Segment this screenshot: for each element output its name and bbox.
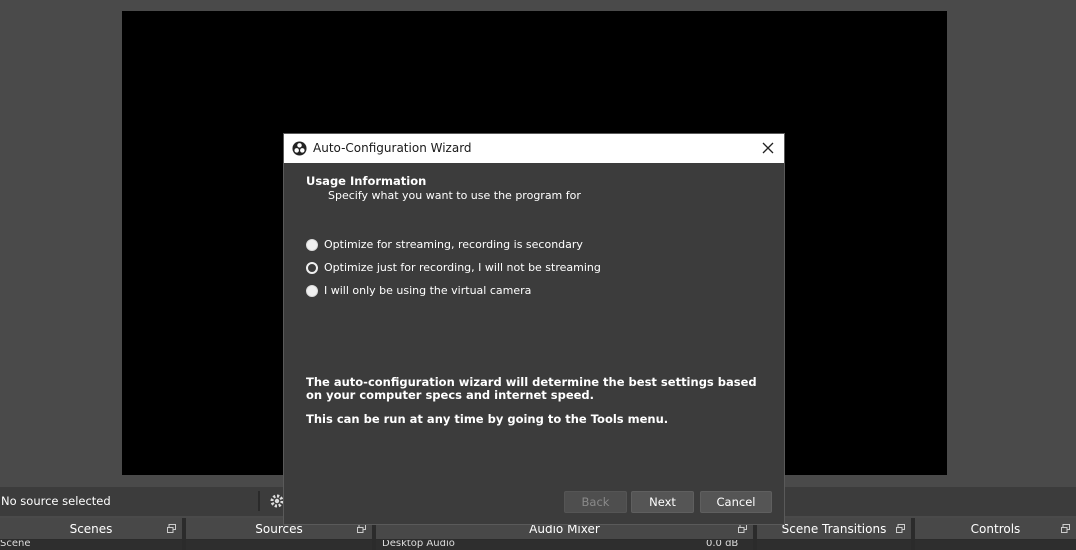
audio-level-label: 0.0 dB	[706, 540, 739, 549]
page-subheading: Specify what you want to use the program…	[328, 189, 581, 202]
toolbar-divider	[258, 491, 260, 511]
scenes-dock: Scenes Scene	[0, 518, 182, 550]
scene-transitions-dock-title: Scene Transitions	[781, 522, 887, 536]
dialog-titlebar: Auto-Configuration Wizard	[284, 134, 784, 163]
float-icon[interactable]	[357, 524, 366, 533]
option-streaming[interactable]: Optimize for streaming, recording is sec…	[306, 233, 601, 256]
page-heading: Usage Information	[306, 174, 427, 188]
dialog-title: Auto-Configuration Wizard	[313, 141, 472, 155]
float-icon[interactable]	[167, 524, 176, 533]
option-label: I will only be using the virtual camera	[324, 284, 532, 297]
option-recording[interactable]: Optimize just for recording, I will not …	[306, 256, 601, 279]
controls-dock: Controls	[915, 518, 1076, 550]
back-button[interactable]: Back	[564, 491, 627, 513]
next-button[interactable]: Next	[631, 491, 694, 513]
option-label: Optimize just for recording, I will not …	[324, 261, 601, 274]
controls-dock-title: Controls	[970, 522, 1021, 536]
auto-config-wizard-dialog: Auto-Configuration Wizard Usage Informat…	[284, 134, 784, 524]
sources-dock-title: Sources	[255, 522, 303, 536]
cancel-button[interactable]: Cancel	[700, 491, 772, 513]
usage-options: Optimize for streaming, recording is sec…	[306, 233, 601, 302]
info-text: The auto-configuration wizard will deter…	[306, 376, 766, 426]
info-paragraph-2: This can be run at any time by going to …	[306, 412, 669, 426]
float-icon[interactable]	[896, 524, 905, 533]
close-icon[interactable]	[759, 139, 777, 157]
scenes-dock-title: Scenes	[69, 522, 113, 536]
option-virtual-camera[interactable]: I will only be using the virtual camera	[306, 279, 601, 302]
radio-button[interactable]	[306, 238, 318, 251]
audio-source-label: Desktop Audio	[382, 540, 455, 549]
no-source-label: No source selected	[1, 494, 111, 508]
radio-button[interactable]	[306, 284, 318, 297]
scene-list-item[interactable]: Scene	[0, 540, 31, 549]
float-icon[interactable]	[1061, 524, 1070, 533]
info-paragraph-1: The auto-configuration wizard will deter…	[306, 375, 757, 402]
option-label: Optimize for streaming, recording is sec…	[324, 238, 583, 251]
audio-mixer-dock-title: Audio Mixer	[529, 522, 600, 536]
float-icon[interactable]	[738, 524, 747, 533]
obs-logo-icon	[292, 141, 307, 156]
radio-button-selected[interactable]	[306, 261, 318, 274]
